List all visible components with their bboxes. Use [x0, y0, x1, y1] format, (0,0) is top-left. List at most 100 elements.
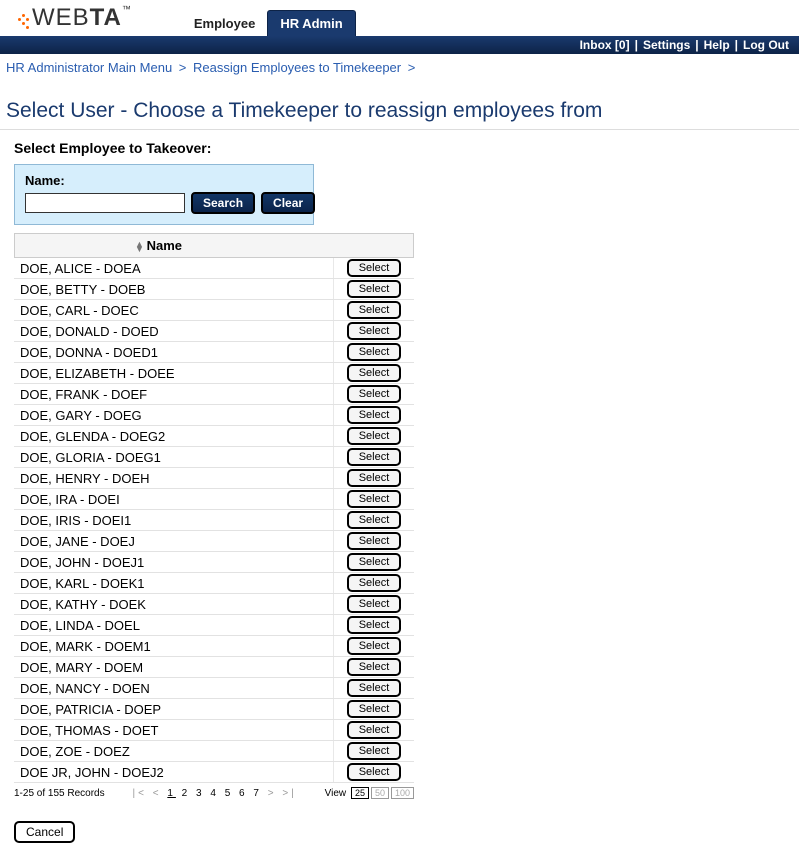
employee-name-cell: DOE, IRIS - DOEI1 — [14, 510, 334, 530]
logout-link[interactable]: Log Out — [743, 38, 789, 52]
select-button[interactable]: Select — [347, 721, 401, 739]
settings-link[interactable]: Settings — [643, 38, 690, 52]
select-button[interactable]: Select — [347, 742, 401, 760]
select-cell: Select — [334, 427, 414, 445]
select-button[interactable]: Select — [347, 574, 401, 592]
column-header-name-label: Name — [147, 238, 182, 253]
select-button[interactable]: Select — [347, 700, 401, 718]
employee-name-cell: DOE, NANCY - DOEN — [14, 678, 334, 698]
page-number[interactable]: 3 — [196, 788, 205, 799]
employee-name-cell: DOE, BETTY - DOEB — [14, 279, 334, 299]
search-button[interactable]: Search — [191, 192, 255, 214]
page-title: Select User - Choose a Timekeeper to rea… — [0, 81, 799, 130]
select-button[interactable]: Select — [347, 469, 401, 487]
table-row: DOE, MARY - DOEM Select — [14, 657, 414, 678]
employee-name-cell: DOE, MARY - DOEM — [14, 657, 334, 677]
page-number[interactable]: 4 — [210, 788, 219, 799]
search-panel: Name: Search Clear — [14, 164, 314, 225]
name-search-input[interactable] — [25, 193, 185, 213]
select-button[interactable]: Select — [347, 553, 401, 571]
table-row: DOE, CARL - DOEC Select — [14, 300, 414, 321]
page-size-option[interactable]: 50 — [371, 787, 389, 799]
employee-name-cell: DOE, CARL - DOEC — [14, 300, 334, 320]
page-controls: |< < 1 2 3 4 5 6 7 > >| — [105, 788, 325, 799]
select-button[interactable]: Select — [347, 679, 401, 697]
page-size-controls: View 2550100 — [325, 787, 414, 799]
select-button[interactable]: Select — [347, 301, 401, 319]
employee-name-cell: DOE, JOHN - DOEJ1 — [14, 552, 334, 572]
select-button[interactable]: Select — [347, 406, 401, 424]
logo-text-2: TA — [90, 4, 122, 31]
page-next-icon[interactable]: > — [268, 788, 277, 799]
select-button[interactable]: Select — [347, 364, 401, 382]
employee-table: ▲▼ Name DOE, ALICE - DOEA Select DOE, BETT… — [14, 233, 414, 783]
employee-name-cell: DOE, KATHY - DOEK — [14, 594, 334, 614]
logo-dots-icon — [16, 12, 30, 32]
table-row: DOE, THOMAS - DOETSelect — [14, 720, 414, 741]
select-button[interactable]: Select — [347, 616, 401, 634]
select-button[interactable]: Select — [347, 637, 401, 655]
select-button[interactable]: Select — [347, 763, 401, 781]
nav-tab-employee[interactable]: Employee — [182, 11, 267, 36]
select-cell: Select — [334, 574, 414, 592]
page-prev-icon[interactable]: < — [153, 788, 162, 799]
column-header-select — [335, 234, 413, 257]
column-header-name[interactable]: ▲▼ Name — [15, 234, 335, 257]
page-number[interactable]: 1 — [167, 788, 176, 799]
employee-name-cell: DOE, KARL - DOEK1 — [14, 573, 334, 593]
page-number[interactable]: 5 — [225, 788, 234, 799]
nav-tab-hr-admin[interactable]: HR Admin — [267, 10, 355, 36]
table-row: DOE, KATHY - DOEK Select — [14, 594, 414, 615]
select-cell: Select — [334, 700, 414, 718]
select-cell: Select — [334, 385, 414, 403]
page-first-icon[interactable]: |< — [132, 788, 146, 799]
select-cell: Select — [334, 322, 414, 340]
page-number[interactable]: 6 — [239, 788, 248, 799]
select-cell: Select — [334, 259, 414, 277]
breadcrumb-item[interactable]: Reassign Employees to Timekeeper — [193, 60, 401, 75]
breadcrumb-item[interactable]: HR Administrator Main Menu — [6, 60, 172, 75]
select-button[interactable]: Select — [347, 427, 401, 445]
select-button[interactable]: Select — [347, 322, 401, 340]
select-cell: Select — [334, 280, 414, 298]
employee-name-cell: DOE, GLORIA - DOEG1 — [14, 447, 334, 467]
clear-button[interactable]: Clear — [261, 192, 315, 214]
page-size-option[interactable]: 100 — [391, 787, 414, 799]
select-button[interactable]: Select — [347, 259, 401, 277]
employee-name-cell: DOE, FRANK - DOEF — [14, 384, 334, 404]
select-button[interactable]: Select — [347, 658, 401, 676]
select-button[interactable]: Select — [347, 343, 401, 361]
select-cell: Select — [334, 364, 414, 382]
select-button[interactable]: Select — [347, 490, 401, 508]
table-row: DOE, LINDA - DOELSelect — [14, 615, 414, 636]
page-number[interactable]: 2 — [182, 788, 191, 799]
employee-name-cell: DOE, HENRY - DOEH — [14, 468, 334, 488]
select-cell: Select — [334, 301, 414, 319]
select-cell: Select — [334, 679, 414, 697]
employee-name-cell: DOE, IRA - DOEI — [14, 489, 334, 509]
page-size-option[interactable]: 25 — [351, 787, 369, 799]
employee-name-cell: DOE, ZOE - DOEZ — [14, 741, 334, 761]
table-row: DOE, DONALD - DOEDSelect — [14, 321, 414, 342]
table-row: DOE, IRIS - DOEI1 Select — [14, 510, 414, 531]
select-button[interactable]: Select — [347, 448, 401, 466]
table-row: DOE JR, JOHN - DOEJ2Select — [14, 762, 414, 783]
select-button[interactable]: Select — [347, 532, 401, 550]
cancel-button[interactable]: Cancel — [14, 821, 75, 843]
select-button[interactable]: Select — [347, 385, 401, 403]
page-number[interactable]: 7 — [253, 788, 262, 799]
breadcrumb: HR Administrator Main Menu > Reassign Em… — [0, 54, 799, 81]
select-button[interactable]: Select — [347, 511, 401, 529]
sort-icon[interactable]: ▲▼ — [135, 242, 143, 252]
nav-tabs: EmployeeHR Admin — [182, 10, 799, 36]
select-button[interactable]: Select — [347, 280, 401, 298]
help-link[interactable]: Help — [704, 38, 730, 52]
select-button[interactable]: Select — [347, 595, 401, 613]
table-row: DOE, HENRY - DOEH Select — [14, 468, 414, 489]
select-cell: Select — [334, 532, 414, 550]
select-cell: Select — [334, 343, 414, 361]
inbox-link[interactable]: Inbox [0] — [580, 38, 630, 52]
select-cell: Select — [334, 553, 414, 571]
page-last-icon[interactable]: >| — [282, 788, 296, 799]
employee-name-cell: DOE, ALICE - DOEA — [14, 258, 334, 278]
